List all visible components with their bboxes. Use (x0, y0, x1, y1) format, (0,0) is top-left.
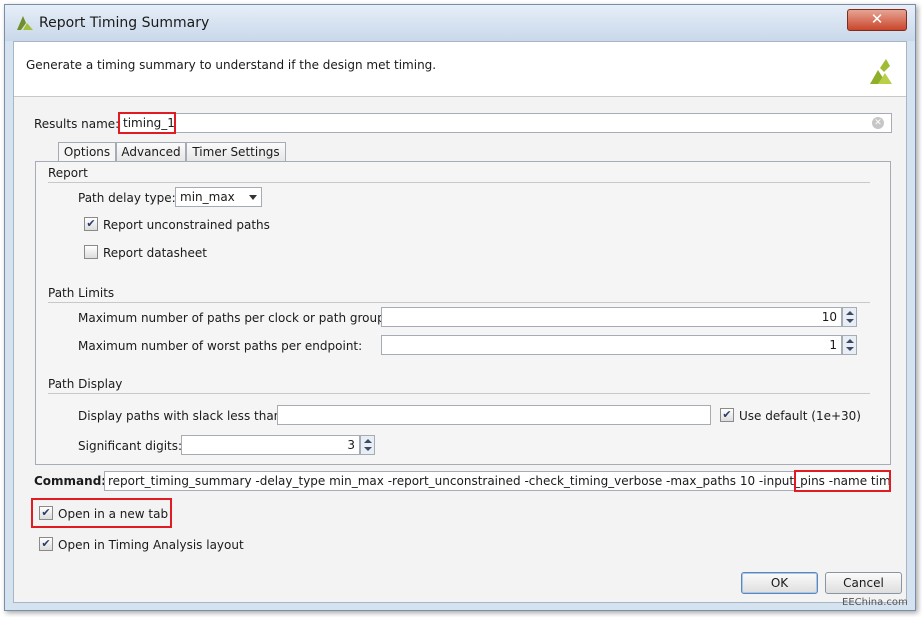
section-path-display: Path Display (48, 377, 123, 391)
header-description: Generate a timing summary to understand … (26, 58, 437, 72)
use-default-checkbox[interactable]: ✔ (720, 408, 734, 422)
close-button[interactable]: ✕ (847, 9, 907, 31)
slack-label: Display paths with slack less than: (78, 409, 286, 423)
open-timing-layout-checkbox[interactable]: ✔ (39, 537, 53, 551)
max-paths-stepper[interactable] (842, 307, 857, 327)
section-path-limits: Path Limits (48, 286, 115, 300)
max-paths-input[interactable]: 10 (381, 307, 842, 327)
path-delay-type-label: Path delay type: (78, 191, 176, 205)
watermark: EEChina.com (842, 597, 908, 608)
max-worst-paths-label: Maximum number of worst paths per endpoi… (78, 339, 363, 353)
report-datasheet-checkbox[interactable] (84, 245, 98, 259)
chevron-down-icon (249, 195, 257, 200)
section-report: Report (48, 166, 88, 180)
path-delay-type-select[interactable]: min_max (175, 187, 262, 207)
significant-digits-stepper[interactable] (360, 435, 375, 455)
section-divider (48, 182, 870, 183)
results-name-input[interactable]: timing_1 (118, 113, 892, 133)
max-worst-paths-stepper[interactable] (842, 335, 857, 355)
report-datasheet-label: Report datasheet (103, 246, 207, 260)
dialog-window: Report Timing Summary ✕ Generate a timin… (4, 4, 916, 611)
command-text: report_timing_summary -delay_type min_ma… (108, 474, 829, 488)
path-delay-type-value: min_max (180, 190, 235, 204)
title-bar[interactable]: Report Timing Summary ✕ (5, 5, 915, 41)
open-timing-layout-label: Open in Timing Analysis layout (58, 538, 244, 552)
command-name-highlight (794, 470, 891, 492)
section-divider (48, 302, 870, 303)
open-new-tab-checkbox[interactable]: ✔ (39, 506, 53, 520)
significant-digits-label: Significant digits: (78, 439, 183, 453)
tab-advanced[interactable]: Advanced (116, 142, 186, 161)
tab-options[interactable]: Options (58, 142, 116, 163)
max-paths-label: Maximum number of paths per clock or pat… (78, 311, 389, 325)
ok-button[interactable]: OK (741, 572, 818, 594)
slack-input[interactable] (277, 405, 711, 425)
report-unconstrained-checkbox[interactable]: ✔ (84, 217, 98, 231)
results-name-highlight (118, 112, 176, 134)
dialog-header: Generate a timing summary to understand … (14, 42, 906, 97)
options-panel: Report Path delay type: min_max ✔ Report… (35, 161, 891, 465)
report-unconstrained-label: Report unconstrained paths (103, 218, 270, 232)
dialog-body: Generate a timing summary to understand … (13, 41, 907, 603)
command-label: Command: (34, 474, 107, 488)
window-title: Report Timing Summary (39, 15, 210, 31)
xilinx-logo-icon (870, 59, 892, 84)
command-field[interactable]: report_timing_summary -delay_type min_ma… (104, 471, 890, 491)
section-divider (48, 393, 870, 394)
results-name-label: Results name: (34, 117, 120, 131)
vivado-app-icon (17, 16, 33, 30)
max-worst-paths-input[interactable]: 1 (381, 335, 842, 355)
clear-icon[interactable]: ✕ (872, 117, 884, 129)
cancel-button[interactable]: Cancel (825, 572, 902, 594)
use-default-label: Use default (1e+30) (739, 409, 861, 423)
tab-timer-settings[interactable]: Timer Settings (186, 142, 286, 161)
significant-digits-input[interactable]: 3 (181, 435, 360, 455)
open-new-tab-label: Open in a new tab (58, 507, 169, 521)
